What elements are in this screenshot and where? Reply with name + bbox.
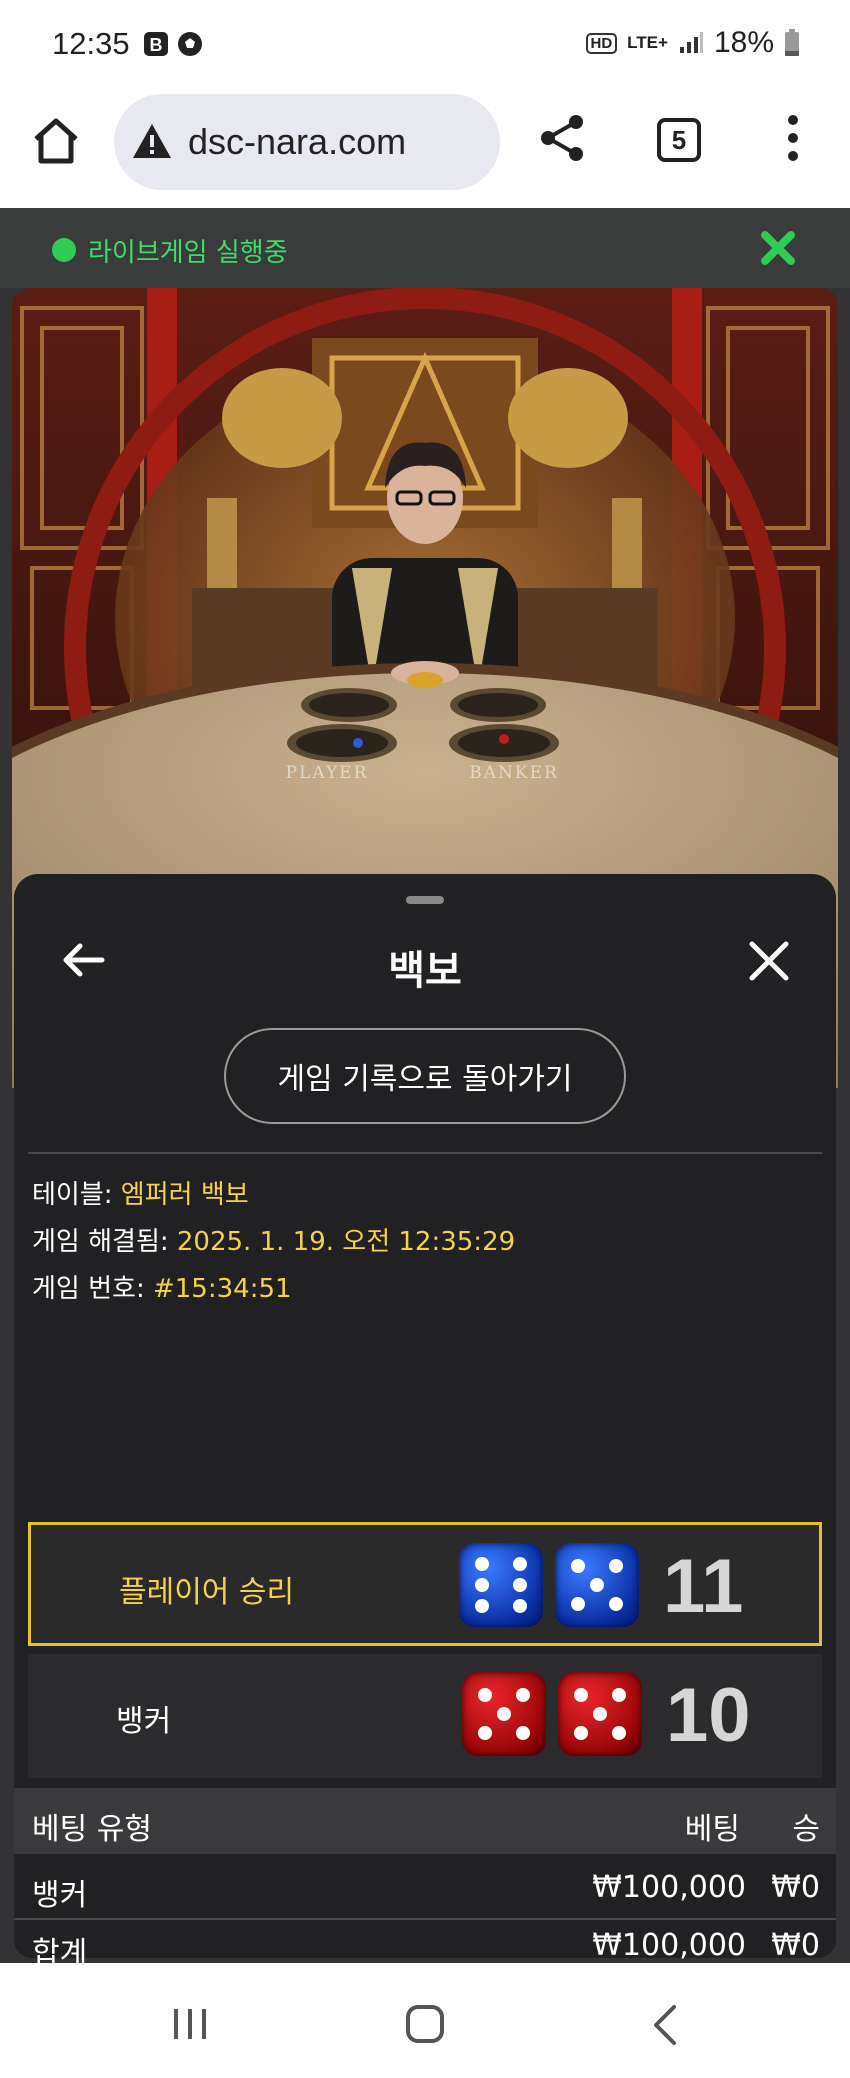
sheet-drag-handle[interactable] [406,896,444,904]
soccer-ball-icon [178,32,202,56]
resolved-label: 게임 해결됨: [32,1227,169,1257]
url-text[interactable]: dsc-nara.com [188,121,406,163]
svg-text:B: B [150,35,163,55]
game-detail-sheet: 백보 게임 기록으로 돌아가기 테이블: 엠퍼러 백보 게임 해결됨: 2025… [14,874,836,1971]
bet-table-header: 베팅 유형 베팅 승 [14,1788,836,1854]
share-icon[interactable] [536,112,588,164]
status-bar: 12:35 B HD LTE+ 18% [0,0,850,90]
player-die-2 [555,1543,639,1627]
banker-score: 10 [666,1673,751,1758]
warning-icon[interactable] [130,120,174,164]
player-area-label: PLAYER [286,763,369,783]
player-score: 11 [663,1544,744,1629]
banker-result-row: 뱅커 10 [28,1654,822,1778]
system-nav-bar [0,1963,850,2078]
bet-win-header: 승 [792,1812,820,1847]
banker-die-2 [558,1672,642,1756]
lte-icon: LTE+ [627,33,668,52]
resolved-info: 게임 해결됨: 2025. 1. 19. 오전 12:35:29 [32,1221,515,1258]
back-to-history-button[interactable]: 게임 기록으로 돌아가기 [224,1028,626,1124]
bet-row-type: 뱅커 [32,1878,88,1913]
tabs-count-button[interactable]: 5 [657,118,701,162]
live-status-dot [52,238,76,262]
battery-icon [785,29,799,56]
signal-icon [679,32,703,53]
hd-icon: HD [585,32,618,54]
b-app-icon: B [144,32,168,56]
banker-area-label: BANKER [469,763,559,783]
status-time: 12:35 [52,26,130,61]
live-game-bar: 라이브게임 실행중 [0,208,850,288]
divider [28,1152,822,1154]
bet-row: 뱅커 ₩100,000 ₩0 [14,1860,836,1916]
home-nav-icon[interactable] [406,2005,444,2043]
home-icon[interactable] [30,115,82,167]
player-die-1 [459,1543,543,1627]
bet-row-win: ₩0 [771,1870,820,1905]
recent-apps-icon[interactable] [170,2007,210,2041]
more-menu-icon[interactable] [778,112,808,164]
status-indicators: HD LTE+ 18% [585,26,801,60]
web-page: 라이브게임 실행중 PLAYER BANKER 백보 게임 기록으로 돌아가기 … [0,208,850,1971]
player-result-label: 플레이어 승리 [119,1575,295,1610]
player-result-row: 플레이어 승리 11 [28,1522,822,1646]
bet-type-header: 베팅 유형 [32,1812,152,1847]
banker-die-1 [462,1672,546,1756]
back-nav-icon[interactable] [650,2003,680,2047]
resolved-value: 2025. 1. 19. 오전 12:35:29 [176,1227,516,1257]
bet-total-amount: ₩100,000 [592,1928,746,1963]
game-number-value: #15:34:51 [152,1274,292,1304]
table-value: 엠퍼러 백보 [120,1180,249,1210]
game-number-label: 게임 번호: [32,1274,145,1304]
close-live-icon[interactable] [760,230,796,266]
browser-toolbar: dsc-nara.com 5 [0,90,850,208]
live-status-text: 라이브게임 실행중 [88,238,288,268]
sheet-title: 백보 [388,948,462,994]
banker-result-label: 뱅커 [116,1704,172,1739]
close-icon[interactable] [746,938,792,984]
bet-total-win: ₩0 [771,1928,820,1963]
address-bar[interactable]: dsc-nara.com [114,94,500,190]
game-number-info: 게임 번호: #15:34:51 [32,1268,292,1305]
bet-row-amount: ₩100,000 [592,1870,746,1905]
bet-amount-header: 베팅 [684,1812,740,1847]
table-info: 테이블: 엠퍼러 백보 [32,1174,249,1211]
battery-percent: 18% [713,26,774,59]
table-label: 테이블: [32,1180,113,1210]
